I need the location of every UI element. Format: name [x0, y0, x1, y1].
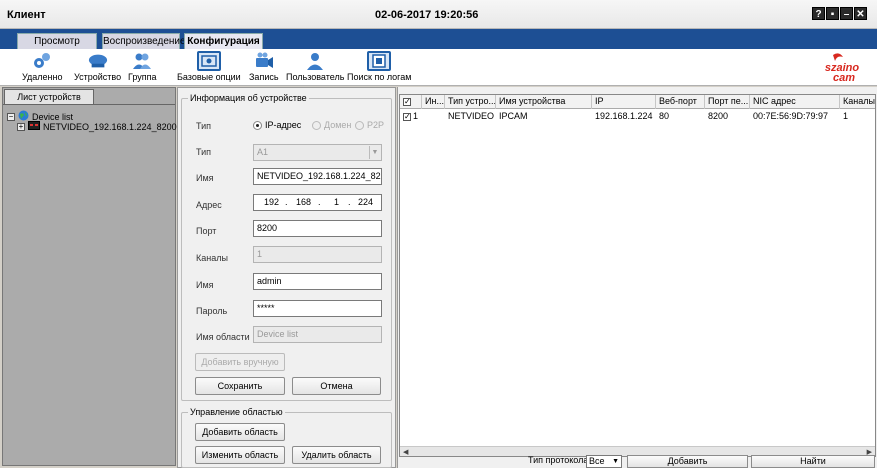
tab-playback[interactable]: Воспроизведение — [102, 33, 186, 49]
cell-ip: 192.168.1.224 — [595, 111, 653, 121]
radio-ip[interactable]: IP-адрес — [253, 120, 301, 130]
cancel-button[interactable]: Отмена — [292, 377, 381, 395]
username-label: Имя — [196, 280, 214, 290]
port-label: Порт — [196, 226, 217, 236]
toolbar-device-button[interactable]: Устройство — [74, 51, 121, 82]
settings-button[interactable]: ▪ — [826, 7, 839, 20]
datetime-display: 02-06-2017 19:20:56 — [375, 9, 479, 21]
column-header-device-type[interactable]: Тип устро... — [445, 95, 496, 109]
group-icon — [132, 51, 152, 71]
cell-web-port: 80 — [659, 111, 670, 121]
delete-area-button[interactable]: Удалить область — [292, 446, 381, 464]
ip-address-input[interactable]: 192 . 168 . 1 . 224 — [253, 194, 382, 211]
toolbar-remote-button[interactable]: Удаленно — [22, 51, 62, 82]
save-button[interactable]: Сохранить — [195, 377, 285, 395]
column-header-device-name[interactable]: Имя устройства — [496, 95, 592, 109]
cell-device-type: NETVIDEO — [448, 111, 495, 121]
password-label: Пароль — [196, 306, 228, 316]
add-manually-button: Добавить вручную — [195, 353, 285, 371]
port-input[interactable]: 8200 — [253, 220, 382, 237]
add-device-button[interactable]: Добавить — [627, 455, 748, 468]
main-tabs: Просмотр Воспроизведение Конфигурация — [0, 29, 877, 49]
select-all-checkbox[interactable]: ✓ — [403, 97, 411, 106]
cell-channels: 1 — [843, 111, 849, 121]
log-search-icon — [367, 51, 392, 71]
tree-item-device[interactable]: + NETVIDEO_192.168.1.224_8200 — [17, 121, 177, 132]
area-management-title: Управление областью — [188, 407, 285, 417]
remote-icon — [32, 51, 52, 71]
help-button[interactable]: ? — [812, 7, 825, 20]
brand-logo: szaino cam — [819, 53, 865, 84]
radio-p2p-indicator — [355, 120, 364, 130]
tab-divider — [3, 104, 175, 105]
area-name-label: Имя области — [196, 332, 250, 342]
name-label: Имя — [196, 173, 214, 183]
tab-configuration[interactable]: Конфигурация — [184, 33, 263, 49]
tree-root-label: Device list — [32, 111, 74, 122]
device-config-panel: Информация об устройстве Тип IP-адрес До… — [177, 87, 396, 468]
column-header-ip[interactable]: IP — [592, 95, 656, 109]
protocol-type-select[interactable]: Все ▼ — [586, 455, 622, 468]
basic-options-icon — [196, 51, 221, 71]
column-header-channels[interactable]: Каналы — [840, 95, 875, 109]
column-header-mac[interactable]: NIC адрес — [750, 95, 840, 109]
username-input[interactable]: admin — [253, 273, 382, 290]
radio-domain-indicator — [312, 120, 321, 130]
device-type-select: A1 ▼ — [253, 144, 382, 161]
minimize-button[interactable]: – — [840, 7, 853, 20]
chevron-down-icon: ▼ — [369, 146, 380, 159]
find-devices-button[interactable]: Найти — [751, 455, 875, 468]
channels-input: 1 — [253, 246, 382, 263]
address-label: Адрес — [196, 200, 222, 210]
app-title: Клиент — [7, 9, 46, 21]
column-header-port[interactable]: Порт пе... — [705, 95, 750, 109]
tree-item-label: NETVIDEO_192.168.1.224_8200 — [43, 121, 177, 132]
toolbar-user-button[interactable]: Пользователь — [286, 51, 344, 82]
column-header-web-port[interactable]: Веб-порт — [656, 95, 705, 109]
dvr-icon — [28, 121, 40, 132]
select-all-column[interactable]: ✓ — [400, 95, 422, 109]
add-area-button[interactable]: Добавить область — [195, 423, 285, 441]
cell-mac: 00:7E:56:9D:79:97 — [753, 111, 829, 121]
cell-device-name: IPCAM — [499, 111, 528, 121]
type2-label: Тип — [196, 147, 212, 157]
toolbar-log-search-button[interactable]: Поиск по логам — [347, 51, 411, 82]
radio-domain: Домен — [312, 120, 351, 130]
search-bar: Тип протокола Все ▼ Добавить Найти — [398, 455, 877, 468]
area-name-input: Device list — [253, 326, 382, 343]
record-icon — [254, 51, 274, 71]
device-info-title: Информация об устройстве — [188, 93, 309, 103]
cell-index: 1 — [413, 111, 419, 121]
edit-area-button[interactable]: Изменить область — [195, 446, 285, 464]
device-icon — [88, 51, 108, 71]
chevron-down-icon: ▼ — [612, 458, 619, 465]
column-header-index[interactable]: Ин... — [422, 95, 445, 109]
channels-label: Каналы — [196, 253, 228, 263]
protocol-type-label: Тип протокола — [528, 455, 589, 465]
radio-p2p: P2P — [355, 120, 384, 130]
cell-port: 8200 — [708, 111, 729, 121]
type-label: Тип — [196, 121, 212, 131]
config-toolbar: Удаленно Устройство Группа Базовые опции… — [0, 49, 877, 86]
tab-preview[interactable]: Просмотр — [17, 33, 97, 49]
toolbar-record-button[interactable]: Запись — [249, 51, 279, 82]
toolbar-group-button[interactable]: Группа — [128, 51, 157, 82]
table-header: ✓ Ин... Тип устро... Имя устройства IP В… — [400, 95, 875, 109]
device-name-input[interactable]: NETVIDEO_192.168.1.224_8200 — [253, 168, 382, 185]
user-icon — [305, 51, 325, 71]
close-button[interactable]: ✕ — [854, 7, 867, 20]
window-controls: ? ▪ – ✕ — [812, 7, 867, 20]
password-input[interactable]: ***** — [253, 300, 382, 317]
svg-text:cam: cam — [833, 72, 855, 83]
toolbar-basic-options-button[interactable]: Базовые опции — [177, 51, 241, 82]
device-list-tab[interactable]: Лист устройств — [4, 89, 94, 105]
device-table: ✓ Ин... Тип устро... Имя устройства IP В… — [399, 94, 876, 457]
device-tree-panel: Лист устройств − Device list + NETVIDEO_… — [2, 87, 177, 466]
device-search-panel: ✓ Ин... Тип устро... Имя устройства IP В… — [397, 87, 877, 468]
expand-icon[interactable]: + — [17, 122, 25, 131]
table-row[interactable]: ✓ 1 NETVIDEO IPCAM 192.168.1.224 80 8200… — [400, 110, 875, 123]
collapse-icon[interactable]: − — [7, 112, 15, 121]
title-bar: Клиент 02-06-2017 19:20:56 ? ▪ – ✕ — [0, 0, 877, 29]
radio-ip-indicator[interactable] — [253, 120, 262, 130]
